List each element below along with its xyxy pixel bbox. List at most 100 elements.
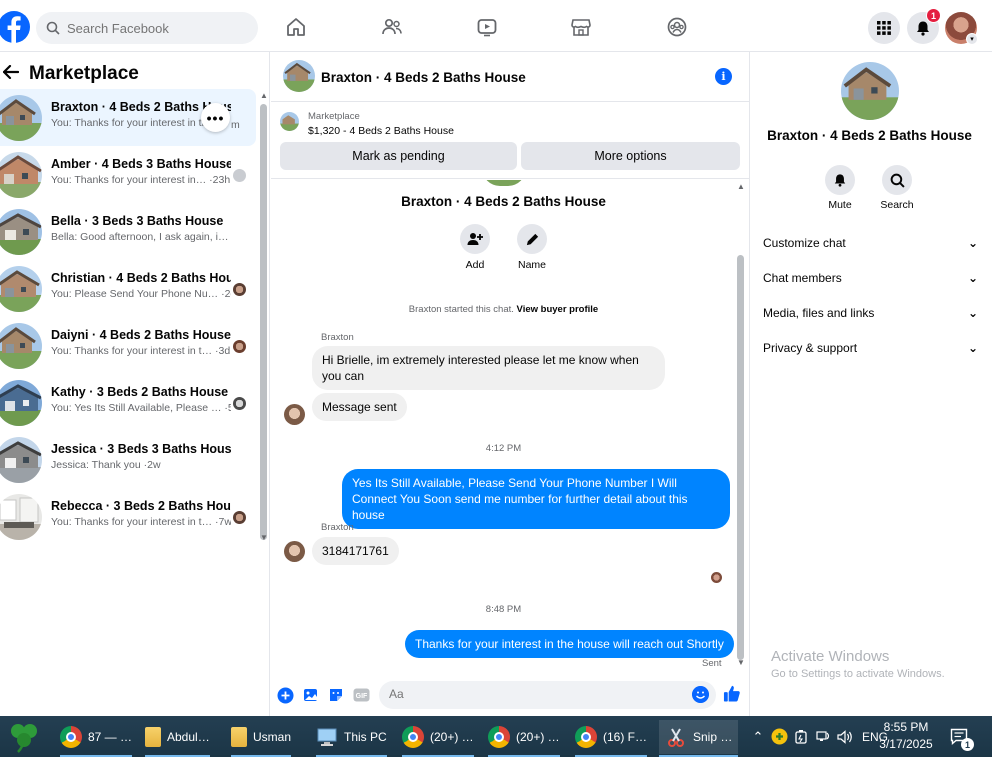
facebook-logo-icon[interactable]	[0, 10, 30, 44]
privacy-support-row[interactable]: Privacy & support ⌄	[763, 338, 978, 358]
scroll-up-arrow-icon[interactable]: ▲	[737, 182, 745, 191]
chat-avatar-house[interactable]	[283, 60, 315, 92]
marketplace-icon[interactable]	[568, 14, 594, 40]
customize-chat-row[interactable]: Customize chat ⌄	[763, 233, 978, 253]
sidebar-scrollbar[interactable]	[260, 104, 267, 540]
edit-name-action[interactable]: Name	[507, 224, 557, 271]
mute-action[interactable]: Mute	[815, 165, 865, 211]
sender-avatar[interactable]	[284, 541, 305, 562]
plus-icon[interactable]	[276, 686, 294, 704]
conversation-avatar-house[interactable]	[841, 62, 899, 120]
back-arrow-icon[interactable]	[2, 64, 21, 84]
chevron-down-icon: ⌄	[967, 271, 978, 285]
listing-thumbnail[interactable]	[280, 112, 299, 131]
read-receipt-avatar	[233, 397, 246, 410]
incoming-message[interactable]: 3184171761	[312, 537, 399, 565]
conversation-item-bella[interactable]: Bella · 3 Beds 3 Baths House Bella: Good…	[0, 203, 256, 260]
volume-icon[interactable]	[836, 729, 854, 745]
mark-as-pending-button[interactable]: Mark as pending	[280, 142, 517, 170]
scroll-up-arrow-icon[interactable]: ▲	[260, 91, 268, 100]
action-center-button[interactable]: 1	[950, 716, 974, 757]
view-buyer-profile-link[interactable]: View buyer profile	[517, 304, 599, 315]
windows-taskbar: 87 — … Abdul… Usman This PC (20+) … (20+…	[0, 716, 992, 757]
message-input-box[interactable]	[379, 681, 716, 709]
conversation-item-jessica[interactable]: Jessica · 3 Beds 3 Baths House Jessica: …	[0, 431, 256, 488]
chevron-down-icon[interactable]: ▾	[966, 33, 978, 45]
outgoing-message[interactable]: Yes Its Still Available, Please Send You…	[342, 469, 730, 529]
search-icon	[46, 21, 60, 35]
taskbar-folder-abdul[interactable]: Abdul…	[145, 720, 210, 757]
incoming-message[interactable]: Message sent	[312, 393, 407, 421]
menu-grid-icon[interactable]	[868, 12, 900, 44]
chat-header: Braxton · 4 Beds 2 Baths House i	[271, 52, 750, 102]
battery-icon[interactable]	[794, 729, 810, 745]
app-tray-icon[interactable]	[771, 728, 788, 745]
chat-panel: Braxton · 4 Beds 2 Baths House i Marketp…	[271, 52, 750, 716]
taskbar-this-pc[interactable]: This PC	[316, 720, 387, 757]
scroll-down-arrow-icon[interactable]: ▼	[737, 658, 745, 667]
sticker-icon[interactable]	[327, 686, 345, 704]
emoji-icon[interactable]	[692, 686, 709, 703]
taskbar-chrome-window-4[interactable]: (16) F…	[575, 720, 648, 757]
taskbar-clock[interactable]: 8:55 PM 3/17/2025	[868, 719, 944, 753]
friends-icon[interactable]	[379, 14, 405, 40]
video-icon[interactable]	[474, 14, 500, 40]
sender-avatar[interactable]	[284, 404, 305, 425]
add-people-action[interactable]: Add	[450, 224, 500, 271]
message-input[interactable]	[389, 687, 669, 701]
listing-price-title[interactable]: $1,320 - 4 Beds 2 Baths House	[308, 125, 454, 137]
home-icon[interactable]	[283, 14, 309, 40]
shamrock-icon	[11, 723, 37, 753]
conversation-details-panel: Braxton · 4 Beds 2 Baths House Mute Sear…	[751, 52, 992, 716]
search-action[interactable]: Search	[872, 165, 922, 211]
conversation-preview: Bella: Good afternoon, I ask again, i… ·…	[51, 231, 231, 243]
marketplace-label: Marketplace	[308, 111, 360, 122]
outgoing-message[interactable]: Thanks for your interest in the house wi…	[405, 630, 734, 658]
search-box[interactable]	[36, 12, 258, 44]
taskbar-folder-usman[interactable]: Usman	[231, 720, 292, 757]
conversation-item-rebecca[interactable]: Rebecca · 3 Beds 2 Baths House You: Than…	[0, 488, 256, 545]
chat-title[interactable]: Braxton · 4 Beds 2 Baths House	[321, 70, 526, 85]
message-status: Sent	[702, 658, 722, 669]
media-files-links-row[interactable]: Media, files and links ⌄	[763, 303, 978, 323]
read-receipt-avatar	[233, 511, 246, 524]
conversation-item-amber[interactable]: Amber · 4 Beds 3 Baths House You: Thanks…	[0, 146, 256, 203]
chrome-icon	[575, 726, 597, 748]
taskbar-label: (16) F…	[603, 730, 648, 744]
info-icon[interactable]: i	[715, 68, 732, 85]
photo-icon[interactable]	[302, 686, 320, 704]
search-input[interactable]	[67, 20, 237, 36]
add-label: Add	[465, 259, 485, 271]
conversation-item-daiyni[interactable]: Daiyni · 4 Beds 2 Baths House You: Thank…	[0, 317, 256, 374]
more-options-button[interactable]: •••	[201, 103, 230, 132]
chrome-icon	[60, 726, 82, 748]
gif-icon[interactable]: GIF	[352, 686, 370, 704]
read-receipt-avatar	[233, 283, 246, 296]
thumbs-up-icon[interactable]	[723, 684, 741, 702]
chat-scrollbar[interactable]	[737, 255, 744, 660]
sender-name: Braxton	[321, 332, 354, 343]
start-button[interactable]	[0, 716, 48, 757]
conversation-preview: You: Thanks for your interest in t… ·7w	[51, 516, 231, 528]
incoming-message[interactable]: Hi Brielle, im extremely interested plea…	[312, 346, 665, 390]
taskbar-chrome-window-2[interactable]: (20+) …	[402, 720, 474, 757]
conversation-item-braxton[interactable]: Braxton · 4 Beds 2 Baths House You: Than…	[0, 89, 256, 146]
taskbar-label: This PC	[344, 730, 387, 744]
message-timestamp: 4:12 PM	[485, 443, 522, 454]
add-person-icon	[460, 224, 490, 254]
conversation-item-christian[interactable]: Christian · 4 Beds 2 Baths Hou… You: Ple…	[0, 260, 256, 317]
chat-members-row[interactable]: Chat members ⌄	[763, 268, 978, 288]
more-options-button[interactable]: More options	[521, 142, 740, 170]
house-thumbnail	[0, 323, 42, 369]
taskbar-chrome-window-1[interactable]: 87 — …	[60, 720, 133, 757]
show-hidden-icons-chevron-icon[interactable]: ⌃	[748, 729, 768, 745]
clock-date: 3/17/2025	[879, 737, 933, 751]
groups-icon[interactable]	[664, 14, 690, 40]
taskbar-snipping-tool[interactable]: Snip …	[659, 720, 739, 757]
conversation-item-kathy[interactable]: Kathy · 3 Beds 2 Baths House You: Yes It…	[0, 374, 256, 431]
message-timestamp: 8:48 PM	[485, 604, 522, 615]
taskbar-chrome-window-3[interactable]: (20+) …	[488, 720, 560, 757]
folder-icon	[231, 727, 247, 747]
network-icon[interactable]	[815, 729, 831, 745]
scroll-down-arrow-icon[interactable]: ▼	[260, 533, 268, 542]
